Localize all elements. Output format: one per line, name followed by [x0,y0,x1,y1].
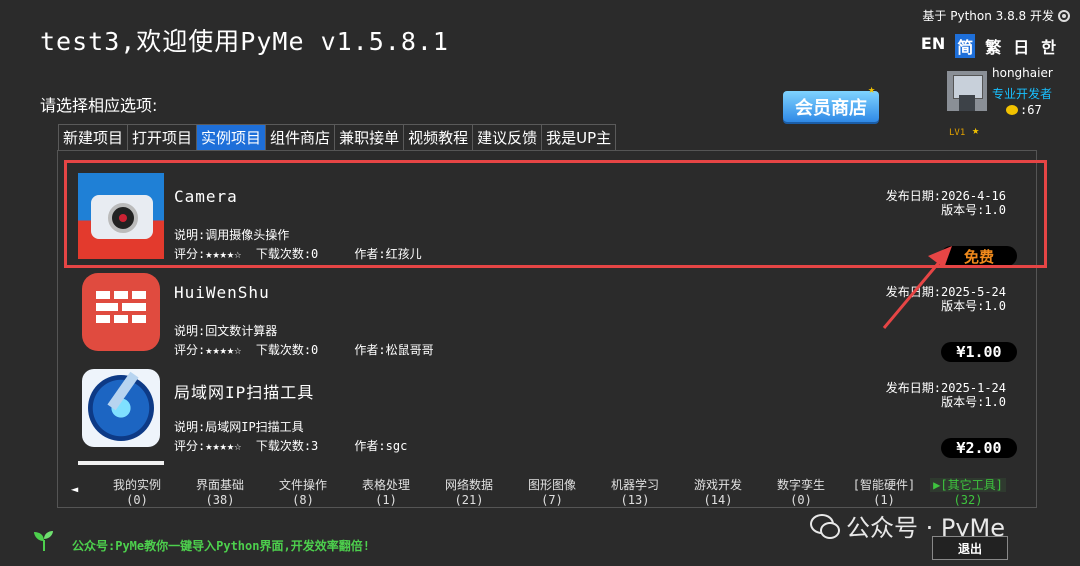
gear-icon[interactable] [1058,9,1070,22]
category-other-tools[interactable]: ▶[其它工具] (32) [926,478,1010,508]
project-description: 说明:局域网IP扫描工具 [174,420,304,434]
python-version-info: 基于 Python 3.8.8 开发 [922,7,1070,24]
category-graphics[interactable]: 图形图像 (7) [517,478,587,508]
project-name: 局域网IP扫描工具 [174,383,315,402]
category-label: ▶[其它工具] [930,478,1006,492]
tab-up-creator[interactable]: 我是UP主 [541,124,617,152]
category-bar: ◄ 我的实例 (0) 界面基础 (38) 文件操作 (8) 表格处理 (1) 网… [58,478,1038,508]
category-network-data[interactable]: 网络数据 (21) [434,478,504,508]
tab-video-tutorials[interactable]: 视频教程 [403,124,473,152]
project-release-info: 发布日期:2025-1-24 版本号:1.0 [886,381,1006,409]
category-label: 界面基础 [195,478,244,492]
lang-japanese[interactable]: 日 [1011,34,1031,58]
category-count: (21) [454,493,484,507]
category-count: (1) [873,493,895,507]
python-version-text: 基于 Python 3.8.8 开发 [922,9,1054,23]
tab-example-projects[interactable]: 实例项目 [196,124,266,152]
tab-new-project[interactable]: 新建项目 [58,124,128,152]
category-machine-learning[interactable]: 机器学习 (13) [600,478,670,508]
project-meta: 评分:★★★★☆ 下载次数:0 作者:松鼠哥哥 [174,341,434,358]
wechat-icon [810,513,840,539]
tab-open-project[interactable]: 打开项目 [127,124,197,152]
category-game-dev[interactable]: 游戏开发 (14) [683,478,753,508]
category-label: 网络数据 [444,478,493,492]
main-tab-bar: 新建项目 打开项目 实例项目 组件商店 兼职接单 视频教程 建议反馈 我是UP主 [58,124,617,152]
project-description: 说明:回文数计算器 [174,324,278,338]
username: honghaier [992,66,1053,80]
category-smart-hardware[interactable]: [智能硬件] (1) [849,478,919,508]
category-label: 机器学习 [610,478,659,492]
radar-scan-icon [78,365,164,451]
category-label: 图形图像 [527,478,576,492]
project-downloads: 下载次数:3 [255,439,319,453]
coin-balance: :67 [1006,103,1042,117]
category-count: (7) [541,493,563,507]
category-count: (14) [703,493,733,507]
project-author: 作者:sgc [354,439,408,453]
person-icon [959,95,975,111]
project-downloads: 下载次数:0 [255,343,319,357]
category-count: (8) [292,493,314,507]
category-count: (13) [620,493,650,507]
project-price-button[interactable]: ¥2.00 [941,438,1017,458]
category-label: 表格处理 [361,478,410,492]
coin-count: :67 [1020,103,1042,117]
project-rating: 评分:★★★★☆ [174,343,242,357]
scroll-left-arrow-icon[interactable]: ◄ [71,482,78,496]
footer-note: 公众号:PyMe教你一键导入Python界面,开发效率翻倍! [72,539,370,553]
tab-component-store[interactable]: 组件商店 [265,124,335,152]
category-count: (0) [790,493,812,507]
app-title: test3,欢迎使用PyMe v1.5.8.1 [40,27,449,56]
category-count: (32) [953,493,983,507]
brick-wall-icon [78,269,164,355]
project-author: 作者:松鼠哥哥 [354,343,434,357]
category-count: (0) [126,493,148,507]
tab-part-time-jobs[interactable]: 兼职接单 [334,124,404,152]
user-role: 专业开发者 [992,87,1053,101]
level-star-icon: ★ [972,123,980,137]
project-date: 发布日期:2025-1-24 [885,381,1006,395]
lang-en[interactable]: EN [919,34,947,58]
coin-icon [1006,105,1018,115]
tab-feedback[interactable]: 建议反馈 [472,124,542,152]
category-spreadsheet[interactable]: 表格处理 (1) [351,478,421,508]
project-item-ip-scanner[interactable]: 局域网IP扫描工具 说明:局域网IP扫描工具 评分:★★★★☆ 下载次数:3 作… [78,365,1038,458]
category-label: 我的实例 [112,478,161,492]
star-icon: ★ [868,82,876,96]
sprout-icon [34,531,53,551]
lang-korean[interactable]: 한 [1039,34,1058,58]
project-meta: 评分:★★★★☆ 下载次数:3 作者:sgc [174,437,407,454]
select-option-prompt: 请选择相应选项: [40,96,158,115]
lang-traditional[interactable]: 繁 [983,34,1003,58]
category-my-examples[interactable]: 我的实例 (0) [102,478,172,508]
project-rating: 评分:★★★★☆ [174,439,242,453]
category-label: 文件操作 [278,478,327,492]
project-name: HuiWenShu [174,283,270,302]
category-ui-basics[interactable]: 界面基础 (38) [185,478,255,508]
annotation-arrow-icon [882,246,952,329]
category-file-ops[interactable]: 文件操作 (8) [268,478,338,508]
member-shop-button[interactable]: 会员商店 [783,91,879,122]
avatar[interactable] [947,71,987,111]
category-label: [智能硬件] [852,478,916,492]
language-switcher: EN 简 繁 日 한 [919,34,1058,58]
category-label: 数字孪生 [776,478,825,492]
category-count: (1) [375,493,397,507]
project-version: 版本号:1.0 [941,395,1006,409]
next-project-thumbnail-edge [78,461,164,465]
category-count: (38) [205,493,235,507]
category-label: 游戏开发 [693,478,742,492]
lang-simplified[interactable]: 简 [955,34,976,58]
exit-button[interactable]: 退出 [932,536,1008,560]
user-level: LV1 [949,128,966,138]
category-digital-twin[interactable]: 数字孪生 (0) [766,478,836,508]
project-price-button[interactable]: ¥1.00 [941,342,1017,362]
